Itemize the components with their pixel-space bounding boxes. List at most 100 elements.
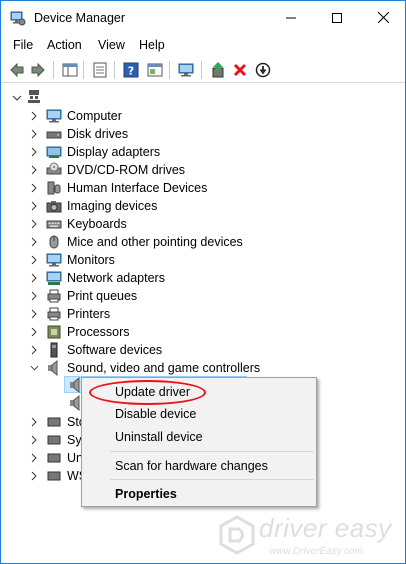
computer-icon (46, 109, 62, 123)
close-button[interactable] (360, 1, 406, 34)
chevron-down-icon[interactable] (12, 94, 22, 102)
properties-button[interactable] (91, 61, 109, 79)
uninstall-toolbar-button[interactable] (231, 61, 249, 79)
update-driver-icon (212, 62, 224, 78)
update-driver-toolbar-button[interactable] (209, 61, 227, 79)
show-hide-tree-button[interactable] (61, 61, 79, 79)
scan-hardware-menu-item[interactable]: Scan for hardware changes (115, 459, 268, 473)
chevron-right-icon[interactable] (30, 255, 39, 265)
dvd-drive-icon (46, 162, 62, 175)
tree-item-label: DVD/CD-ROM drives (67, 163, 186, 177)
menu-action[interactable]: Action (47, 38, 82, 52)
minimize-button[interactable] (268, 1, 314, 34)
menu-view[interactable]: View (98, 38, 125, 52)
tree-item[interactable]: Network adapters (1, 269, 381, 287)
menu-file[interactable]: File (13, 38, 33, 52)
scan-hardware-button[interactable] (177, 61, 195, 79)
tree-item-label: Network adapters (67, 271, 165, 285)
watermark-url: www.DriverEasy.com (269, 546, 363, 557)
tree-item-label: Display adapters (67, 145, 161, 159)
maximize-button[interactable] (314, 1, 360, 34)
chevron-right-icon[interactable] (30, 111, 39, 121)
chevron-right-icon[interactable] (30, 273, 39, 283)
software-device-icon (50, 342, 58, 358)
tree-item[interactable]: Software devices (1, 341, 381, 359)
tree-item-label: Software devices (67, 343, 163, 357)
network-adapter-icon (46, 271, 62, 285)
tree-item[interactable]: Sound, video and game controllers (1, 359, 381, 377)
chevron-right-icon[interactable] (30, 129, 39, 139)
tree-item[interactable]: Printers (1, 305, 381, 323)
properties-icon (93, 62, 107, 78)
svg-text:?: ? (128, 65, 134, 78)
menu-help[interactable]: Help (139, 38, 165, 52)
chevron-right-icon[interactable] (30, 165, 39, 175)
window-title: Device Manager (34, 11, 126, 25)
chevron-right-icon[interactable] (30, 291, 39, 301)
tree-item-label: Mice and other pointing devices (67, 235, 243, 249)
action-pane-button[interactable] (146, 61, 164, 79)
tree-item-label: Printers (67, 307, 111, 321)
chevron-right-icon[interactable] (30, 183, 39, 193)
tree-item-label: Print queues (67, 289, 138, 303)
storage-controller-icon (47, 417, 61, 427)
forward-button[interactable] (29, 61, 47, 79)
properties-menu-item[interactable]: Properties (115, 487, 177, 501)
drivereasy-watermark: driver easy www.DriverEasy.com (219, 513, 401, 563)
tree-item[interactable]: Human Interface Devices (1, 179, 381, 197)
tree-item[interactable]: Mice and other pointing devices (1, 233, 381, 251)
chevron-right-icon[interactable] (30, 345, 39, 355)
tree-item[interactable]: Keyboards (1, 215, 381, 233)
watermark-brand: driver easy (259, 513, 392, 543)
help-button[interactable]: ? (122, 61, 140, 79)
tree-item[interactable]: Processors (1, 323, 381, 341)
disable-device-menu-item[interactable]: Disable device (115, 407, 196, 421)
device-manager-app-icon (10, 11, 26, 26)
tree-item[interactable]: Print queues (1, 287, 381, 305)
chevron-right-icon[interactable] (30, 309, 39, 319)
toolbar: ? (1, 57, 405, 83)
chevron-right-icon[interactable] (30, 201, 39, 211)
tree-item[interactable]: Display adapters (1, 143, 381, 161)
chevron-right-icon[interactable] (30, 237, 39, 247)
chevron-right-icon[interactable] (30, 327, 39, 337)
tree-item[interactable]: Disk drives (1, 125, 381, 143)
minimize-icon (286, 17, 296, 18)
tree-item-label: Computer (67, 109, 122, 123)
printer-icon (47, 307, 61, 321)
show-hide-tree-icon (62, 63, 78, 77)
uninstall-icon (233, 63, 247, 77)
chevron-right-icon[interactable] (30, 417, 39, 427)
chevron-right-icon[interactable] (30, 453, 39, 463)
processor-icon (47, 325, 61, 339)
tree-item[interactable]: Computer (1, 107, 381, 125)
chevron-right-icon[interactable] (30, 435, 39, 445)
chevron-right-icon[interactable] (30, 219, 39, 229)
tree-item-label: Human Interface Devices (67, 181, 208, 195)
wsd-print-icon (47, 471, 61, 481)
menu-bar: File Action View Help (1, 36, 405, 56)
chevron-right-icon[interactable] (30, 147, 39, 157)
disable-icon (255, 62, 271, 78)
print-queue-icon (47, 289, 61, 303)
help-icon: ? (123, 62, 139, 78)
back-arrow-icon (10, 62, 24, 78)
back-button[interactable] (8, 61, 26, 79)
title-bar[interactable]: Device Manager (1, 1, 405, 34)
mouse-icon (49, 235, 59, 249)
tree-item[interactable]: Monitors (1, 251, 381, 269)
uninstall-device-menu-item[interactable]: Uninstall device (115, 430, 203, 444)
chevron-right-icon[interactable] (30, 471, 39, 481)
chevron-down-icon[interactable] (30, 363, 39, 373)
tree-item[interactable]: DVD/CD-ROM drives (1, 161, 381, 179)
tree-item[interactable]: Imaging devices (1, 197, 381, 215)
tree-root[interactable] (1, 89, 381, 107)
disable-toolbar-button[interactable] (254, 61, 272, 79)
menu-separator (110, 451, 314, 452)
tree-item-label: Keyboards (67, 217, 127, 231)
system-device-icon (47, 435, 61, 445)
close-icon (377, 12, 389, 23)
tree-item-label: Imaging devices (67, 199, 158, 213)
update-driver-highlight-ellipse (89, 380, 206, 405)
disk-drive-icon (46, 131, 62, 139)
